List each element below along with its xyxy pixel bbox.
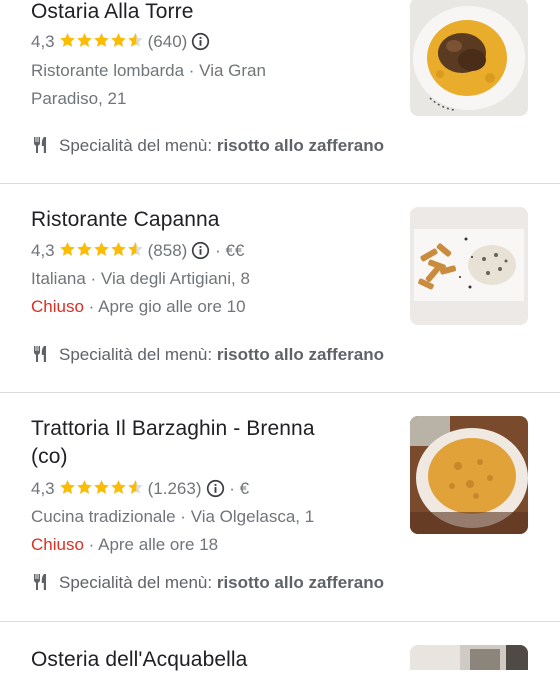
specialty-line: Specialità del menù: risotto allo zaffer… [31,572,384,594]
restaurant-thumbnail[interactable] [410,416,528,534]
result-card[interactable]: Ristorante Capanna 4,3 (858) · €€ Italian… [0,184,560,392]
closed-status: Chiuso [31,535,84,554]
star-icon [110,480,126,494]
rating-row: 4,3 (640) [31,31,210,53]
star-icon [59,33,75,47]
star-icon [93,242,109,256]
opening-hours: · Apre gio alle ore 10 [88,297,246,316]
category-address-cont: Paradiso, 21 [31,89,127,108]
result-title-line1: Trattoria Il Barzaghin - Brenna [31,417,315,440]
category-address: Cucina tradizionale · Via Olgelasca, 1 [31,507,315,526]
price-level: · €€ [215,241,245,260]
star-rating [59,479,144,496]
star-icon [110,33,126,47]
star-icon [127,33,143,47]
risotto-bowl-photo [410,416,528,534]
price-level: · € [229,479,250,498]
star-rating [59,32,144,49]
opening-status: Chiuso · Apre alle ore 18 [31,534,218,556]
specialty-value: risotto allo zafferano [216,573,385,592]
star-rating [59,241,144,258]
star-icon [93,480,109,494]
result-title[interactable]: Trattoria Il Barzaghin - Brenna (co) [31,415,315,471]
pasta-plate-photo [410,207,528,325]
specialty-value: risotto allo zafferano [216,136,385,155]
star-icon [59,480,75,494]
result-card[interactable]: Trattoria Il Barzaghin - Brenna (co) 4,3… [0,393,560,621]
star-icon [93,33,109,47]
star-icon [110,242,126,256]
review-count[interactable]: (1.263) [148,479,202,498]
result-title[interactable]: Ristorante Capanna [31,206,220,234]
restaurant-thumbnail[interactable] [410,207,528,325]
rating-row: 4,3 (858) · €€ [31,240,244,262]
specialty-label: Specialità del menù: [59,573,213,592]
info-icon[interactable] [191,32,210,51]
review-count[interactable]: (640) [148,32,188,51]
result-title[interactable]: Ostaria Alla Torre [31,0,193,26]
category-address: Italiana · Via degli Artigiani, 8 [31,269,250,288]
star-icon [59,242,75,256]
closed-status: Chiuso [31,297,84,316]
specialty-label: Specialità del menù: [59,136,213,155]
star-icon [76,242,92,256]
restaurant-thumbnail[interactable] [410,645,528,670]
star-icon [127,480,143,494]
review-count[interactable]: (858) [148,241,188,260]
result-card[interactable]: Osteria dell'Acquabella [0,622,560,671]
category-address: Ristorante lombarda · Via Gran [31,61,266,80]
result-card[interactable]: Ostaria Alla Torre 4,3 (640) Ristorante l… [0,0,560,183]
rating-row: 4,3 (1.263) · € [31,478,249,500]
restaurant-photo [410,645,528,670]
specialty-line: Specialità del menù: risotto allo zaffer… [31,135,384,157]
rating-value: 4,3 [31,479,55,498]
cutlery-icon [34,137,46,153]
rating-value: 4,3 [31,241,55,260]
star-icon [76,480,92,494]
rating-value: 4,3 [31,32,55,51]
info-icon[interactable] [191,241,210,260]
info-icon[interactable] [206,479,225,498]
opening-hours: · Apre alle ore 18 [88,535,219,554]
cutlery-icon [34,346,46,362]
cutlery-icon [34,574,46,590]
risotto-plate-photo [410,0,528,116]
opening-status: Chiuso · Apre gio alle ore 10 [31,296,246,318]
specialty-line: Specialità del menù: risotto allo zaffer… [31,344,384,366]
result-title-line2: (co) [31,445,68,468]
star-icon [76,33,92,47]
restaurant-thumbnail[interactable] [410,0,528,116]
star-icon [127,242,143,256]
specialty-label: Specialità del menù: [59,345,213,364]
specialty-value: risotto allo zafferano [216,345,385,364]
